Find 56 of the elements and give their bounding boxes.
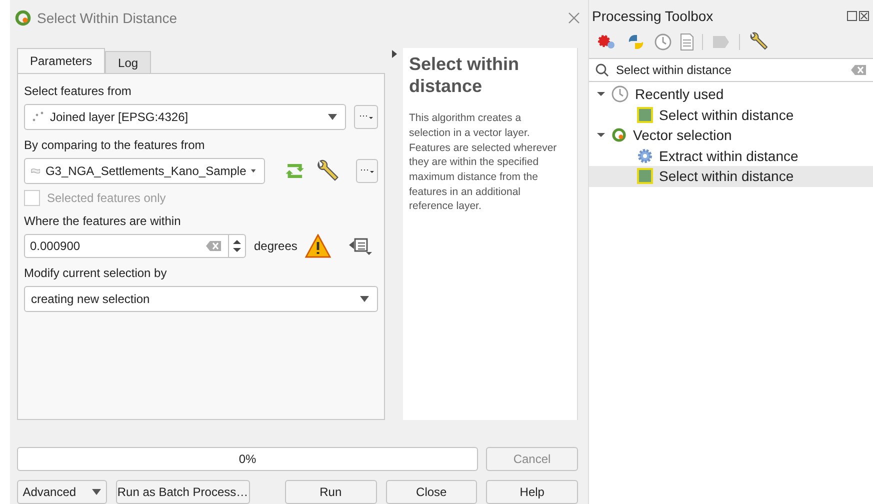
caret-icon	[328, 114, 337, 120]
more-options-button[interactable]	[354, 105, 378, 129]
help-title: Select within distance	[409, 54, 520, 98]
more-options-icon	[359, 114, 373, 120]
tree-group[interactable]: Vector selection	[589, 125, 873, 146]
spin-arrows-icon	[233, 239, 241, 253]
progress-bar: 0%	[17, 447, 478, 471]
search-field[interactable]: Select within distance	[589, 59, 873, 82]
selection-square-icon	[637, 106, 653, 123]
python-icon	[626, 33, 646, 51]
menu-button[interactable]: Advanced	[17, 480, 107, 504]
dialog-button[interactable]: Close	[386, 480, 478, 504]
layer-dropdown[interactable]: Joined layer [EPSG:4326]	[24, 104, 346, 130]
window-title: Select Within Distance	[37, 10, 178, 26]
caret-icon	[251, 168, 256, 174]
clear-icon	[851, 64, 867, 76]
dialog-button[interactable]: Run	[284, 480, 376, 504]
field-label: Select features from	[24, 83, 132, 98]
point-layer-icon	[31, 111, 45, 123]
layer-dropdown[interactable]: G3_NGA_Settlements_Kano_Sample	[24, 158, 265, 184]
tab[interactable]: Parameters	[17, 48, 106, 73]
wrench-icon	[748, 32, 768, 52]
dialog-button[interactable]: Help	[486, 480, 578, 504]
clock-icon	[611, 85, 629, 104]
expanded-arrow-icon	[597, 90, 605, 98]
panel-title: Processing Toolbox	[592, 8, 714, 24]
expanded-arrow-icon	[597, 131, 605, 140]
tab[interactable]: Log	[105, 51, 152, 73]
qgis-logo-icon	[14, 9, 32, 27]
caret-icon	[360, 296, 369, 302]
gear-icon	[637, 148, 653, 164]
document-icon	[680, 33, 694, 51]
list-menu-icon	[347, 236, 374, 256]
collapse-arrow-icon	[392, 50, 396, 58]
help-text: This algorithm creates a selection in a vector layer. Features are selected wherever they are within the specified maximum distance from the features in an additional reference layer.	[409, 111, 558, 214]
selection-square-icon	[637, 168, 653, 184]
more-options-icon	[360, 168, 374, 174]
tree-item[interactable]: Extract within distance	[589, 146, 873, 166]
tree-item[interactable]: Select within distance	[589, 104, 873, 125]
selection-mode-dropdown[interactable]: creating new selection	[24, 286, 378, 312]
field-label: Where the features are within	[24, 213, 182, 228]
window-controls-icon	[847, 11, 869, 21]
clock-icon	[654, 33, 672, 51]
caret-icon	[92, 489, 102, 495]
qgis-logo-icon	[611, 127, 627, 144]
tree-item[interactable]: Select within distance	[589, 166, 873, 186]
distance-input[interactable]: 0.000900	[24, 234, 246, 258]
field-label: Modify current selection by	[24, 265, 168, 280]
dialog-button[interactable]: Run as Batch Process…	[116, 480, 250, 504]
search-icon	[595, 63, 609, 77]
close-icon	[568, 12, 580, 24]
unit-label: degrees	[254, 239, 298, 253]
clear-icon	[206, 240, 222, 252]
more-options-button[interactable]	[356, 159, 378, 183]
tree-group[interactable]: Recently used	[589, 84, 873, 104]
field-label: By comparing to the features from	[24, 137, 206, 152]
